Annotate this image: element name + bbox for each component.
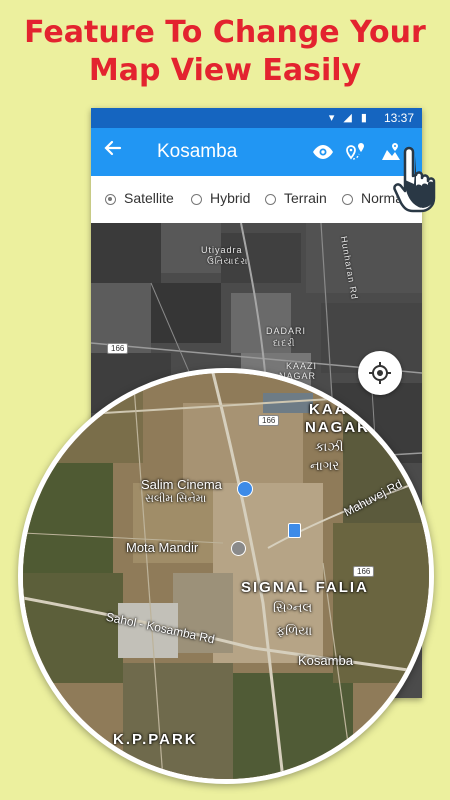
back-arrow-icon[interactable] — [103, 138, 123, 164]
road-number-badge: 166 — [107, 343, 129, 354]
map-label: Kosamba — [298, 653, 353, 668]
radio-icon[interactable] — [342, 194, 353, 205]
app-bar: Kosamba — [91, 128, 422, 176]
headline-line-2: Map View Easily — [88, 53, 362, 88]
radio-selected-icon[interactable] — [105, 194, 116, 205]
pointing-hand-icon — [392, 146, 438, 214]
option-hybrid[interactable]: Hybrid — [191, 190, 250, 206]
map-label: Utiyadra — [201, 245, 243, 255]
temple-pin-icon[interactable] — [231, 541, 246, 556]
map-label: KAAZI — [286, 361, 318, 371]
cinema-pin-icon[interactable] — [237, 481, 253, 497]
status-bar: ▾ ◢ ▮ 13:37 — [91, 108, 422, 128]
map-label: દાદરી — [273, 338, 296, 348]
radio-icon[interactable] — [191, 194, 202, 205]
map-label: સિગ્નલ — [273, 600, 313, 615]
option-satellite[interactable]: Satellite — [105, 190, 174, 206]
map-label: NAGAR — [305, 419, 370, 436]
map-label: ઉતિયાદરા — [207, 256, 249, 266]
map-label: સલીમ સિનેમા — [145, 493, 207, 505]
map-label: DADARI — [266, 326, 307, 336]
status-icons: ▾ ◢ ▮ — [328, 112, 370, 124]
radio-icon[interactable] — [265, 194, 276, 205]
route-pin-icon[interactable] — [344, 140, 368, 164]
map-label: નાગર — [310, 458, 340, 473]
status-time: 13:37 — [383, 111, 414, 125]
road-number-badge: 166 — [258, 415, 280, 426]
road-number-badge: 166 — [353, 566, 375, 577]
place-salim-cinema[interactable]: Salim Cinema — [141, 477, 222, 492]
page-title: Kosamba — [157, 141, 238, 162]
map-type-selector: Satellite Hybrid Terrain Normal — [91, 176, 422, 224]
headline-line-1: Feature To Change Your — [24, 15, 426, 50]
map-label: KAAZI — [309, 401, 365, 418]
map-label: SIGNAL FALIA — [241, 579, 369, 596]
option-terrain[interactable]: Terrain — [265, 190, 327, 206]
transit-pin-icon[interactable] — [288, 523, 301, 538]
zoom-lens: 166 KAAZI NAGAR કાઝી નાગર Salim Cinema સ… — [18, 368, 434, 784]
map-label: K.P.PARK — [113, 731, 198, 748]
map-label: ફળિયા — [276, 623, 313, 638]
promo-headline: Feature To Change Your Map View Easily — [0, 14, 450, 90]
place-mota-mandir[interactable]: Mota Mandir — [126, 540, 198, 555]
eye-icon[interactable] — [311, 140, 335, 164]
map-label: કાઝી — [315, 439, 344, 454]
